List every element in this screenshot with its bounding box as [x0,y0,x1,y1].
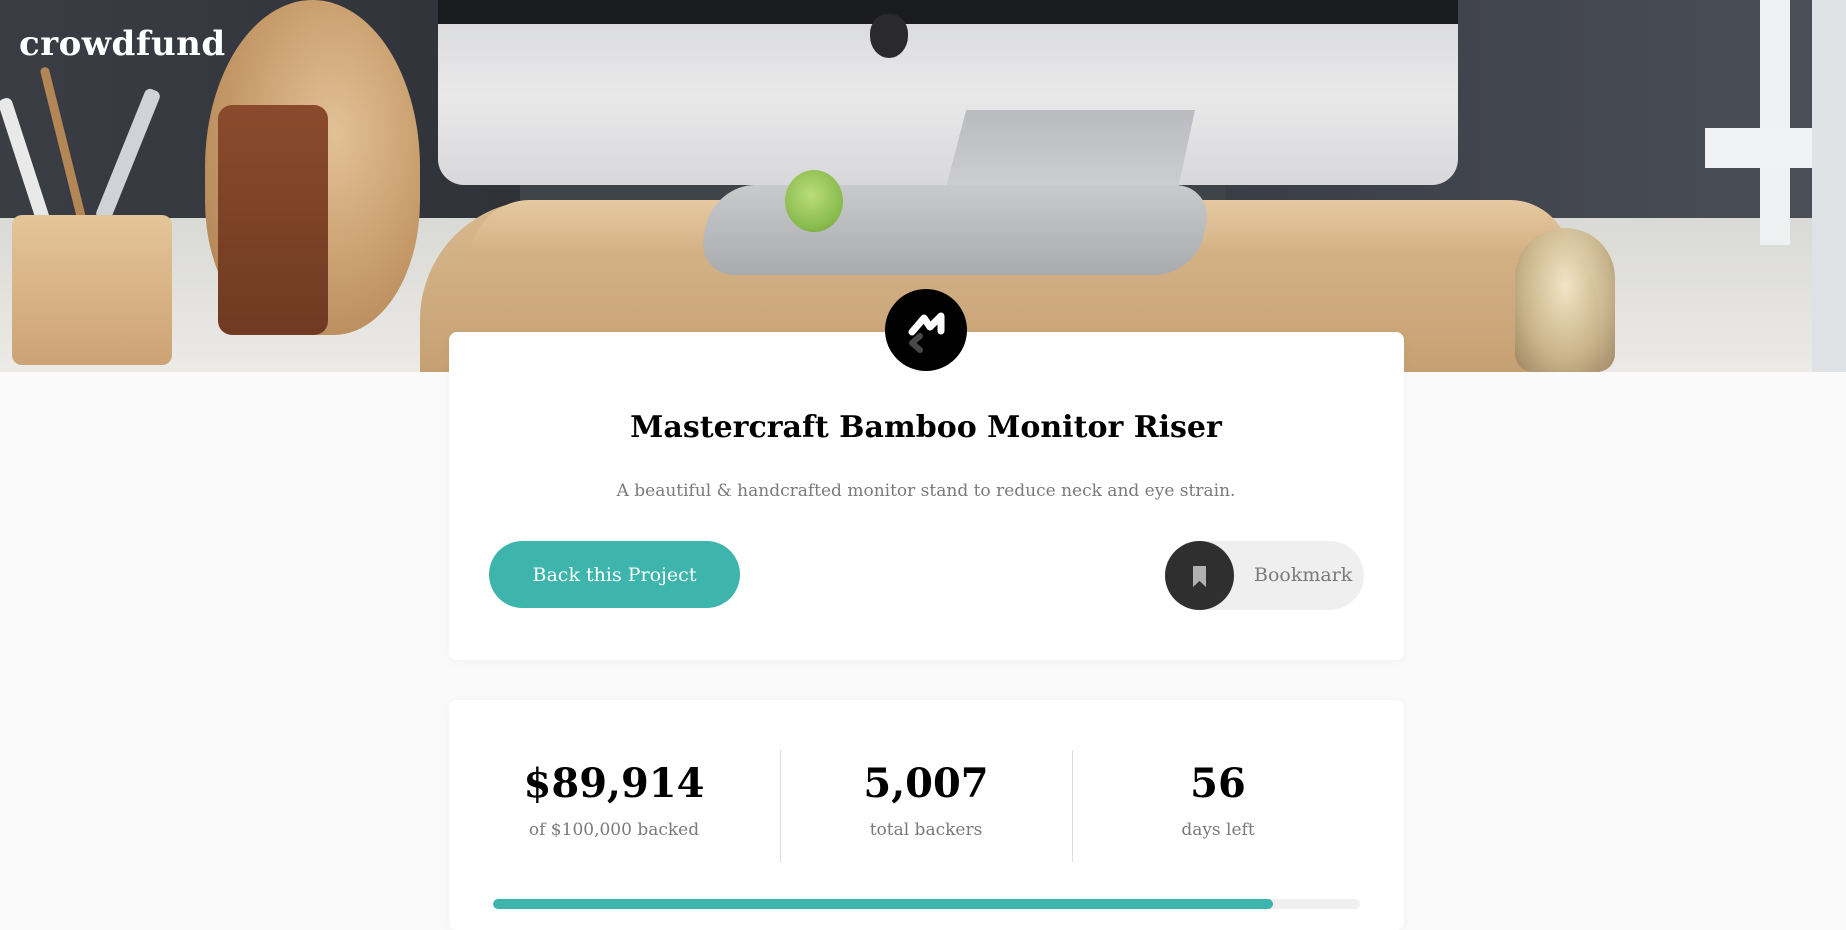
project-title: Mastercraft Bamboo Monitor Riser [630,410,1222,445]
project-description: A beautiful & handcrafted monitor stand … [616,481,1236,501]
stat-divider [780,750,781,862]
stat-backed: $89,914 of $100,000 backed [514,760,714,840]
funding-progress-bar [493,899,1360,909]
backed-label: of $100,000 backed [528,820,700,840]
bookmark-icon [1165,541,1234,610]
site-logo[interactable]: crowdfund [19,24,226,64]
bookmark-button[interactable]: Bookmark [1165,541,1364,610]
days-left-label: days left [1181,820,1255,840]
stat-days: 56 days left [1118,760,1318,840]
stat-divider [1072,750,1073,862]
mastercraft-logo-icon [885,289,967,371]
backed-amount: $89,914 [523,760,705,807]
backers-label: total backers [869,820,983,840]
stat-backers: 5,007 total backers [826,760,1026,840]
funding-progress-fill [493,899,1273,909]
back-project-label: Back this Project [532,563,697,586]
backers-count: 5,007 [863,760,989,807]
bookmark-label: Bookmark [1254,564,1353,586]
days-left-value: 56 [1190,760,1246,807]
back-project-button[interactable]: Back this Project [489,541,740,608]
